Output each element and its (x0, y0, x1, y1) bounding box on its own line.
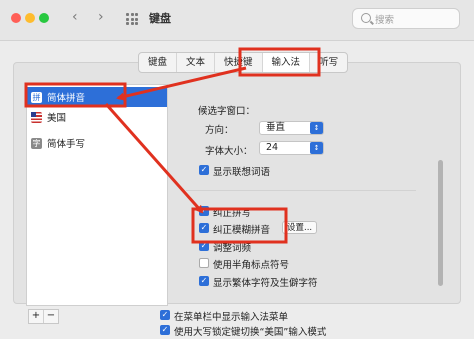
zoom-button[interactable] (39, 13, 49, 23)
direction-label: 方向： (205, 125, 234, 136)
tab-keyboard[interactable]: 键盘 (139, 53, 178, 72)
remove-source-button[interactable]: − (44, 310, 58, 323)
close-button[interactable] (11, 13, 21, 23)
window-title: 键盘 (149, 12, 171, 25)
show-menu-checkbox[interactable]: ✓ (160, 310, 170, 320)
add-source-button[interactable]: + (29, 310, 44, 323)
handwriting-icon: 字 (31, 137, 42, 149)
tab-input-sources[interactable]: 输入法 (262, 53, 311, 72)
adjust-frequency-checkbox[interactable]: ✓ (199, 241, 209, 251)
popup-chevron-icon: ↕ (310, 142, 323, 154)
source-item-handwriting[interactable]: 字 简体手写 (27, 133, 167, 153)
half-width-punct-label: 使用半角标点符号 (213, 260, 290, 271)
minimize-button[interactable] (25, 13, 35, 23)
tab-shortcuts[interactable]: 快捷键 (215, 53, 263, 72)
autocorrect-label: 纠正拼写 (213, 208, 252, 219)
show-traditional-label: 显示繁体字符及生僻字符 (213, 278, 318, 289)
title-bar: ‹ › 键盘 搜索 (0, 0, 474, 41)
show-traditional-checkbox[interactable]: ✓ (199, 276, 209, 286)
caps-lock-checkbox[interactable]: ✓ (160, 325, 170, 335)
fuzzy-pinyin-checkbox[interactable]: ✓ (199, 223, 209, 233)
search-icon (361, 13, 371, 23)
tab-bar: 键盘 文本 快捷键 输入法 听写 (138, 52, 349, 73)
font-size-label: 字体大小： (205, 146, 253, 157)
source-item-pinyin[interactable]: 拼 简体拼音 (27, 87, 167, 107)
tab-text[interactable]: 文本 (177, 53, 216, 72)
section-divider (186, 190, 416, 191)
candidate-window-label: 候选字窗口： (198, 106, 256, 117)
fuzzy-pinyin-settings-button[interactable]: 设置... (282, 221, 318, 234)
source-item-label: 简体手写 (47, 139, 86, 150)
adjust-frequency-label: 调整词频 (213, 243, 252, 254)
caps-lock-label: 使用大写锁定键切换“美国”输入模式 (174, 327, 327, 338)
chevron-right-icon[interactable]: › (98, 9, 104, 25)
search-placeholder: 搜索 (375, 15, 395, 26)
show-menu-label: 在菜单栏中显示输入法菜单 (174, 312, 289, 323)
us-flag-icon (31, 111, 42, 123)
show-predictions-checkbox[interactable]: ✓ (199, 165, 209, 175)
popup-chevron-icon: ↕ (310, 122, 323, 134)
autocorrect-checkbox[interactable]: ✓ (199, 206, 209, 216)
fuzzy-pinyin-label: 纠正模糊拼音 (213, 225, 271, 236)
chevron-left-icon[interactable]: ‹ (72, 9, 78, 25)
scrollbar[interactable] (438, 160, 443, 286)
half-width-punct-checkbox[interactable] (199, 258, 209, 268)
source-item-label: 美国 (47, 113, 67, 124)
direction-popup[interactable]: 垂直 ↕ (259, 121, 324, 135)
tab-dictation[interactable]: 听写 (310, 53, 347, 72)
show-predictions-label: 显示联想词语 (213, 167, 271, 178)
add-remove-control: + − (28, 309, 59, 324)
direction-value: 垂直 (266, 122, 286, 133)
input-source-list: 拼 简体拼音 美国 字 简体手写 (26, 84, 168, 306)
pinyin-icon: 拼 (31, 91, 42, 103)
grid-icon[interactable] (126, 13, 138, 25)
search-field[interactable]: 搜索 (352, 8, 460, 29)
font-size-value: 24 (266, 142, 279, 153)
source-item-us[interactable]: 美国 (27, 107, 167, 127)
source-item-label: 简体拼音 (47, 93, 86, 104)
font-size-popup[interactable]: 24 ↕ (259, 141, 324, 155)
